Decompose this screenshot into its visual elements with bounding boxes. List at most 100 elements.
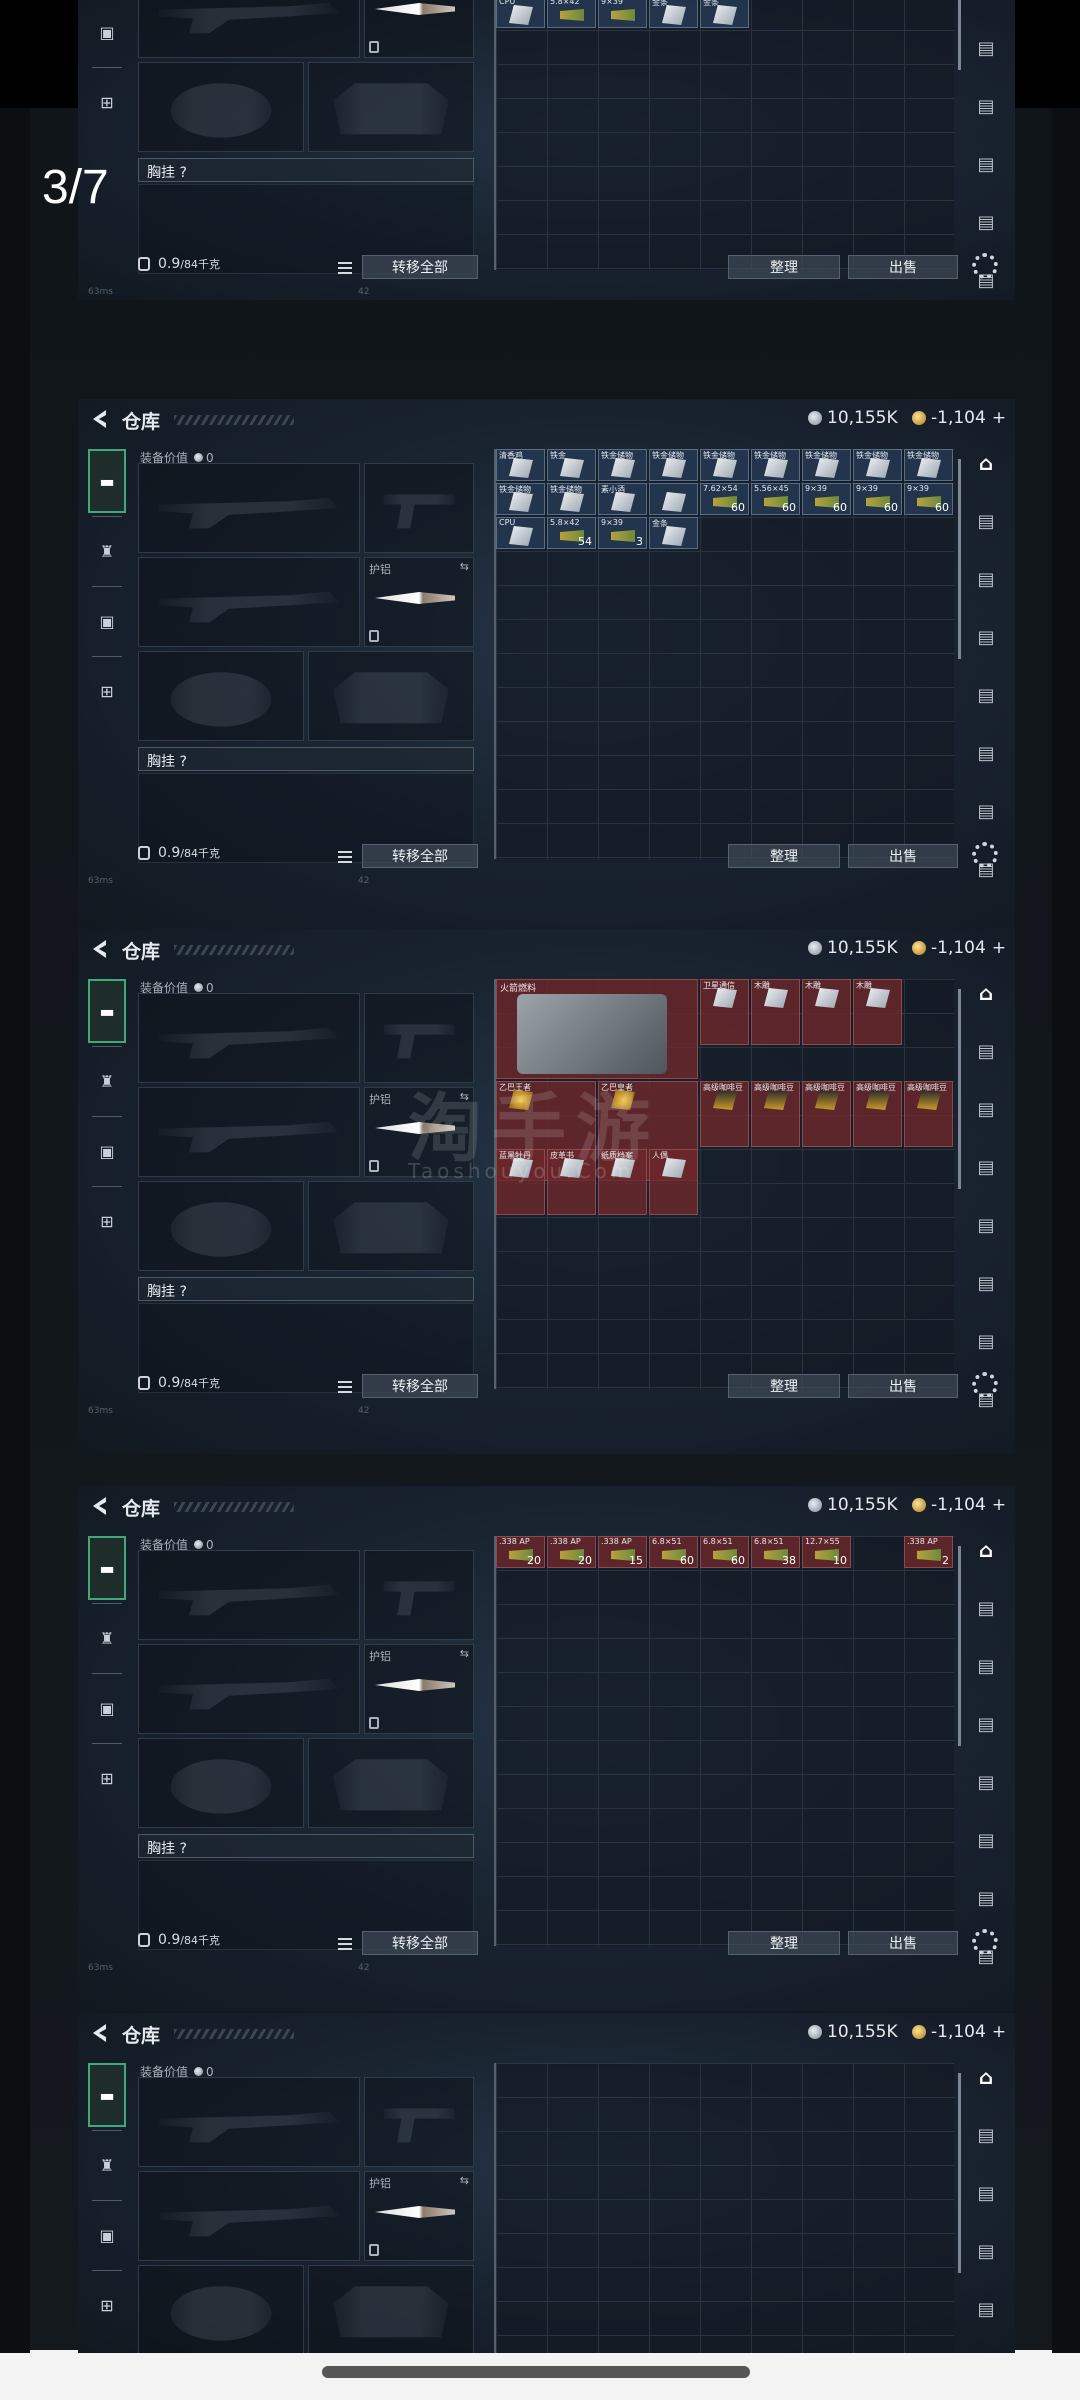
- warehouse-tab-1[interactable]: ▤: [970, 2121, 1002, 2149]
- inventory-item[interactable]: 9×39 60: [802, 483, 851, 515]
- melee-slot[interactable]: 护铝⇆: [364, 0, 474, 58]
- nav-shirt[interactable]: ♜: [88, 1606, 126, 1670]
- gold-plus[interactable]: +: [992, 2022, 1006, 2042]
- gold-plus[interactable]: +: [992, 408, 1006, 428]
- list-icon[interactable]: [338, 262, 352, 274]
- grid-scrollbar[interactable]: [958, 459, 961, 659]
- grid-scrollbar[interactable]: [958, 2073, 961, 2273]
- warehouse-tab-2[interactable]: ▤: [970, 0, 1002, 4]
- inventory-item[interactable]: 高级咖啡豆: [853, 1081, 902, 1147]
- inventory-item[interactable]: CPU: [496, 517, 545, 549]
- inventory-item[interactable]: 铁金储物: [802, 449, 851, 481]
- inventory-item[interactable]: 高级咖啡豆: [904, 1081, 953, 1147]
- nav-toolbox[interactable]: ⊞: [88, 2273, 126, 2337]
- warehouse-tab-4[interactable]: ▤: [970, 1211, 1002, 1239]
- sort-button[interactable]: 整理: [728, 1931, 840, 1955]
- settings-gear-icon[interactable]: [972, 1372, 998, 1398]
- armor-slot[interactable]: [308, 651, 474, 741]
- sell-button[interactable]: 出售: [848, 844, 958, 868]
- nav-toolbox[interactable]: ⊞: [88, 659, 126, 723]
- sell-button[interactable]: 出售: [848, 1374, 958, 1398]
- warehouse-tab-5[interactable]: ▤: [970, 1269, 1002, 1297]
- inventory-item[interactable]: 铁金储物: [649, 449, 698, 481]
- inventory-item[interactable]: 金条: [649, 517, 698, 549]
- inventory-item[interactable]: 5.8×42 54: [547, 517, 596, 549]
- silver-balance[interactable]: 10,155K: [808, 2022, 898, 2042]
- gold-plus[interactable]: +: [992, 938, 1006, 958]
- nav-gun[interactable]: ▬: [88, 979, 126, 1043]
- warehouse-tab-6[interactable]: ▤: [970, 208, 1002, 236]
- inventory-item[interactable]: 高级咖啡豆: [700, 1081, 749, 1147]
- inventory-item[interactable]: CPU: [496, 0, 545, 28]
- primary-weapon-slot[interactable]: [138, 1550, 360, 1640]
- armor-slot[interactable]: [308, 62, 474, 152]
- inventory-item[interactable]: 高级咖啡豆: [751, 1081, 800, 1147]
- warehouse-tab-6[interactable]: ▤: [970, 1327, 1002, 1355]
- sell-button[interactable]: 出售: [848, 1931, 958, 1955]
- melee-slot[interactable]: 护铝⇆: [364, 1644, 474, 1734]
- chest-rig-header[interactable]: 胸挂 ?: [138, 1277, 474, 1301]
- inventory-item[interactable]: 高级咖啡豆: [802, 1081, 851, 1147]
- nav-gun[interactable]: ▬: [88, 2063, 126, 2127]
- gold-balance[interactable]: -1,104 +: [912, 938, 1006, 958]
- grid-scrollbar[interactable]: [958, 989, 961, 1189]
- inventory-item[interactable]: 铁金储物: [547, 483, 596, 515]
- secondary-weapon-slot[interactable]: [138, 1644, 360, 1734]
- list-icon[interactable]: [338, 1938, 352, 1950]
- warehouse-tab-3[interactable]: ▤: [970, 2237, 1002, 2265]
- settings-gear-icon[interactable]: [972, 253, 998, 279]
- warehouse-tab-5[interactable]: ▤: [970, 1826, 1002, 1854]
- warehouse-tab-5[interactable]: ▤: [970, 150, 1002, 178]
- warehouse-tab-2[interactable]: ▤: [970, 2179, 1002, 2207]
- transfer-all-button[interactable]: 转移全部: [362, 255, 478, 279]
- inventory-item[interactable]: .338 AP 20: [547, 1536, 596, 1568]
- gold-balance[interactable]: -1,104 +: [912, 2022, 1006, 2042]
- nav-backpack[interactable]: ▣: [88, 2203, 126, 2267]
- inventory-item[interactable]: 铁金储物: [904, 449, 953, 481]
- nav-backpack[interactable]: ▣: [88, 0, 126, 64]
- back-icon[interactable]: [88, 1494, 112, 1518]
- back-icon[interactable]: [88, 937, 112, 961]
- warehouse-tab-5[interactable]: ▤: [970, 739, 1002, 767]
- list-icon[interactable]: [338, 851, 352, 863]
- melee-slot[interactable]: 护铝⇆: [364, 2171, 474, 2261]
- helmet-slot[interactable]: [138, 62, 304, 152]
- nav-shirt[interactable]: ♜: [88, 2133, 126, 2197]
- chest-rig-header[interactable]: 胸挂 ?: [138, 747, 474, 771]
- secondary-weapon-slot[interactable]: [138, 557, 360, 647]
- inventory-item[interactable]: 12.7×55 10: [802, 1536, 851, 1568]
- home-indicator[interactable]: [322, 2366, 750, 2378]
- nav-backpack[interactable]: ▣: [88, 589, 126, 653]
- inventory-item[interactable]: 9×39 60: [904, 483, 953, 515]
- armor-slot[interactable]: [308, 1738, 474, 1828]
- warehouse-tab-4[interactable]: ▤: [970, 1768, 1002, 1796]
- warehouse-tab-3[interactable]: ▤: [970, 623, 1002, 651]
- item-rocket-fuel[interactable]: 火箭燃料: [496, 979, 698, 1079]
- inventory-item[interactable]: [649, 483, 698, 515]
- warehouse-tab-1[interactable]: ▤: [970, 1037, 1002, 1065]
- warehouse-tab-4[interactable]: ▤: [970, 92, 1002, 120]
- nav-gun[interactable]: ▬: [88, 1536, 126, 1600]
- secondary-weapon-slot[interactable]: [138, 1087, 360, 1177]
- warehouse-tab-3[interactable]: ▤: [970, 1710, 1002, 1738]
- warehouse-tab-2[interactable]: ▤: [970, 1095, 1002, 1123]
- settings-gear-icon[interactable]: [972, 842, 998, 868]
- swap-icon[interactable]: ⇆: [460, 560, 469, 573]
- inventory-item[interactable]: 金条: [700, 0, 749, 28]
- silver-balance[interactable]: 10,155K: [808, 938, 898, 958]
- grid-scrollbar[interactable]: [958, 0, 961, 70]
- transfer-all-button[interactable]: 转移全部: [362, 1374, 478, 1398]
- melee-slot[interactable]: 护铝⇆: [364, 557, 474, 647]
- inventory-item[interactable]: .338 AP 2: [904, 1536, 953, 1568]
- warehouse-tab-1[interactable]: ▤: [970, 507, 1002, 535]
- helmet-slot[interactable]: [138, 651, 304, 741]
- vault-icon[interactable]: ⌂: [970, 1536, 1002, 1564]
- nav-shirt[interactable]: ♜: [88, 519, 126, 583]
- inventory-item[interactable]: 6.8×51 60: [649, 1536, 698, 1568]
- transfer-all-button[interactable]: 转移全部: [362, 1931, 478, 1955]
- nav-toolbox[interactable]: ⊞: [88, 1746, 126, 1810]
- list-icon[interactable]: [338, 1381, 352, 1393]
- warehouse-tab-2[interactable]: ▤: [970, 1652, 1002, 1680]
- inventory-item[interactable]: 素小酒: [598, 483, 647, 515]
- inventory-item[interactable]: 铁金储物: [853, 449, 902, 481]
